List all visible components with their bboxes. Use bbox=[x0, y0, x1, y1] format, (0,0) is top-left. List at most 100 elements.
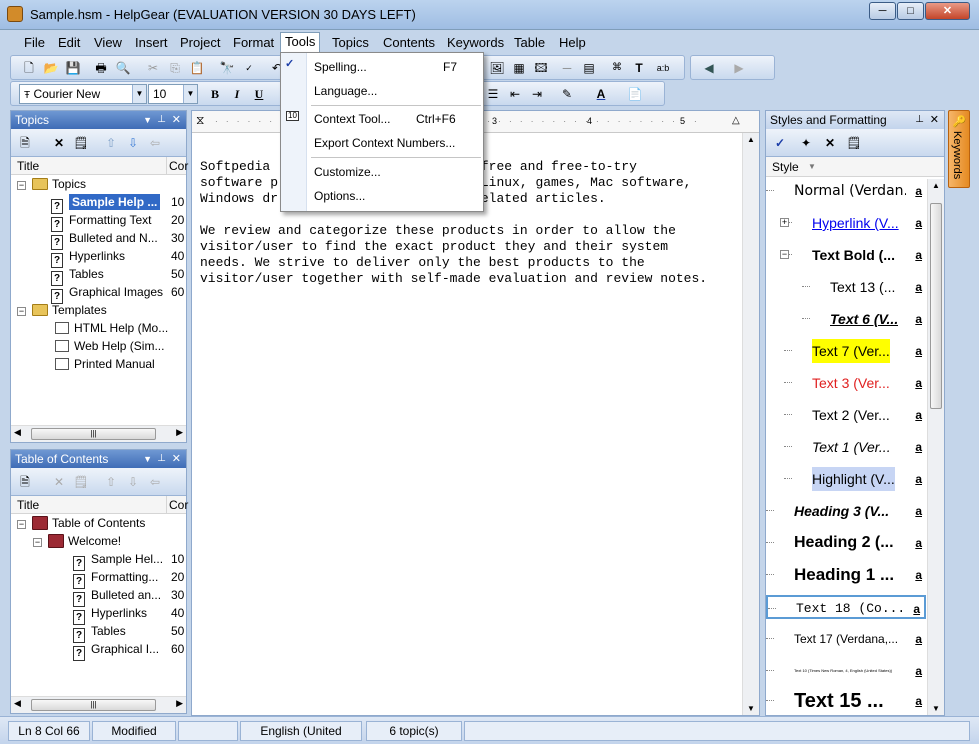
find-icon[interactable]: 🔭 bbox=[219, 60, 235, 76]
context-column[interactable]: Cor bbox=[166, 496, 188, 514]
scroll-down-icon[interactable]: ▼ bbox=[932, 704, 940, 713]
title-column[interactable]: Title bbox=[17, 496, 39, 514]
bold-icon[interactable]: B bbox=[207, 86, 223, 102]
horizontal-line-icon[interactable]: ─ bbox=[559, 60, 575, 76]
scroll-right-icon[interactable]: ▶ bbox=[176, 427, 183, 438]
pin-icon[interactable]: ⊥ bbox=[915, 111, 924, 129]
tree-folder-topics[interactable]: − Topics bbox=[17, 175, 86, 193]
collapse-icon[interactable]: − bbox=[17, 181, 26, 190]
close-icon[interactable]: ✕ bbox=[172, 450, 181, 468]
context-column[interactable]: Cor bbox=[166, 157, 188, 175]
menu-contents[interactable]: Contents bbox=[379, 34, 439, 51]
topic-item[interactable]: ? Formatting Text bbox=[51, 211, 151, 232]
move-down-icon[interactable]: ⇩ bbox=[125, 135, 141, 151]
menu-topics[interactable]: Topics bbox=[328, 34, 373, 51]
menu-item-options[interactable]: Options... bbox=[314, 186, 365, 206]
new-icon[interactable]: 🗋 bbox=[21, 60, 37, 76]
style-item[interactable]: Normal (Verdan... a bbox=[766, 179, 926, 203]
menu-format[interactable]: Format bbox=[229, 34, 278, 51]
pin-icon[interactable]: ⊥ bbox=[157, 111, 166, 129]
topic-item[interactable]: ? Graphical Images bbox=[51, 283, 163, 304]
new-toc-item-icon[interactable]: 🗎 bbox=[17, 474, 33, 490]
scroll-thumb[interactable]: ||| bbox=[31, 699, 156, 711]
move-left-icon[interactable]: ⇦ bbox=[147, 135, 163, 151]
style-item[interactable]: Text 13 (... a bbox=[766, 275, 926, 299]
toc-hscrollbar[interactable]: ◀ ||| ▶ bbox=[11, 696, 186, 713]
font-size-combo[interactable]: 10 ▼ bbox=[148, 84, 198, 104]
scroll-up-icon[interactable]: ▲ bbox=[747, 135, 755, 144]
style-item[interactable]: − Text Bold (... a bbox=[766, 243, 926, 267]
textbox-icon[interactable]: T bbox=[631, 60, 647, 76]
insert-image-icon[interactable]: 🖼 bbox=[489, 60, 505, 76]
style-item[interactable]: Text 3 (Ver... a bbox=[766, 371, 926, 395]
toc-item[interactable]: ? Tables bbox=[73, 622, 126, 643]
numbered-list-icon[interactable]: ☰ bbox=[485, 86, 501, 102]
sort-icon[interactable]: ▼ bbox=[808, 157, 816, 177]
style-item[interactable]: Text 10 (Times New Roman, 4, English (Un… bbox=[766, 659, 926, 683]
back-icon[interactable]: ◀ bbox=[701, 60, 717, 76]
properties-icon[interactable]: 🗒 bbox=[73, 135, 89, 151]
topic-item[interactable]: ? Hyperlinks bbox=[51, 247, 125, 268]
insert-frame-icon[interactable]: ▦ bbox=[511, 60, 527, 76]
new-style-icon[interactable]: ✦ bbox=[798, 135, 814, 151]
title-column[interactable]: Title bbox=[17, 157, 39, 175]
properties-icon[interactable]: 🗒 bbox=[73, 474, 89, 490]
menu-view[interactable]: View bbox=[90, 34, 126, 51]
toc-item[interactable]: ? Hyperlinks bbox=[73, 604, 147, 625]
right-margin-marker-icon[interactable]: △ bbox=[732, 115, 740, 126]
style-item[interactable]: Highlight (V... a bbox=[766, 467, 926, 491]
menu-item-export-context-numbers[interactable]: Export Context Numbers... bbox=[314, 133, 455, 153]
toc-item[interactable]: ? Bulleted an... bbox=[73, 586, 161, 607]
style-item[interactable]: Heading 1 ... a bbox=[766, 563, 926, 587]
chevron-down-icon[interactable]: ▼ bbox=[132, 85, 146, 103]
highlight-color-icon[interactable]: ✎ bbox=[559, 86, 575, 102]
copy-icon[interactable]: ⎘ bbox=[167, 60, 183, 76]
italic-icon[interactable]: I bbox=[229, 86, 245, 102]
collapse-icon[interactable]: − bbox=[17, 520, 26, 529]
scroll-right-icon[interactable]: ▶ bbox=[176, 698, 183, 709]
collapse-icon[interactable]: − bbox=[780, 250, 789, 259]
print-icon[interactable]: 🖶 bbox=[93, 60, 109, 76]
decrease-indent-icon[interactable]: ⇤ bbox=[507, 86, 523, 102]
dropdown-icon[interactable]: ▼ bbox=[143, 111, 152, 129]
delete-icon[interactable]: ✕ bbox=[51, 474, 67, 490]
editor-vscrollbar[interactable]: ▲ ▼ bbox=[742, 133, 759, 715]
style-properties-icon[interactable]: 🗒 bbox=[846, 135, 862, 151]
scroll-up-icon[interactable]: ▲ bbox=[932, 181, 940, 190]
menu-file[interactable]: File bbox=[20, 34, 49, 51]
forward-icon[interactable]: ▶ bbox=[731, 60, 747, 76]
menu-tools[interactable]: Tools bbox=[280, 32, 321, 54]
toc-book-welcome[interactable]: − Welcome! bbox=[33, 532, 121, 550]
indent-marker-icon[interactable]: ⧖ bbox=[196, 113, 204, 128]
menu-item-language[interactable]: Language... bbox=[314, 81, 377, 101]
delete-icon[interactable]: ✕ bbox=[51, 135, 67, 151]
minimize-button[interactable]: ─ bbox=[869, 2, 896, 20]
menu-edit[interactable]: Edit bbox=[54, 34, 84, 51]
template-item[interactable]: Printed Manual bbox=[55, 355, 155, 373]
style-item[interactable]: Text 6 (V... a bbox=[766, 307, 926, 331]
expand-icon[interactable]: + bbox=[780, 218, 789, 227]
underline-icon[interactable]: U bbox=[251, 86, 267, 102]
scroll-thumb[interactable] bbox=[930, 203, 942, 409]
style-item[interactable]: Text 18 (Co... a bbox=[766, 595, 926, 619]
close-button[interactable]: ✕ bbox=[925, 2, 970, 20]
topic-item[interactable]: ? Tables bbox=[51, 265, 104, 286]
style-item[interactable]: Text 1 (Ver... a bbox=[766, 435, 926, 459]
style-item[interactable]: Text 17 (Verdana,... a bbox=[766, 627, 926, 651]
app-icon[interactable] bbox=[7, 6, 23, 22]
field-icon[interactable]: ⌘ bbox=[609, 60, 625, 76]
menu-item-context-tool[interactable]: Context Tool... bbox=[314, 109, 391, 129]
maximize-button[interactable]: □ bbox=[897, 2, 924, 20]
collapse-icon[interactable]: − bbox=[17, 307, 26, 316]
style-item[interactable]: Heading 2 (... a bbox=[766, 531, 926, 555]
menu-project[interactable]: Project bbox=[176, 34, 224, 51]
toc-item[interactable]: ? Formatting... bbox=[73, 568, 158, 589]
collapse-icon[interactable]: − bbox=[33, 538, 42, 547]
scroll-left-icon[interactable]: ◀ bbox=[14, 698, 21, 709]
new-topic-icon[interactable]: 🗎 bbox=[17, 135, 33, 151]
template-item[interactable]: Web Help (Sim... bbox=[55, 337, 164, 355]
font-color-icon[interactable]: A bbox=[593, 86, 609, 102]
pin-icon[interactable]: ⊥ bbox=[157, 450, 166, 468]
topic-item[interactable]: ? Bulleted and N... bbox=[51, 229, 158, 250]
style-item[interactable]: Text 2 (Ver... a bbox=[766, 403, 926, 427]
